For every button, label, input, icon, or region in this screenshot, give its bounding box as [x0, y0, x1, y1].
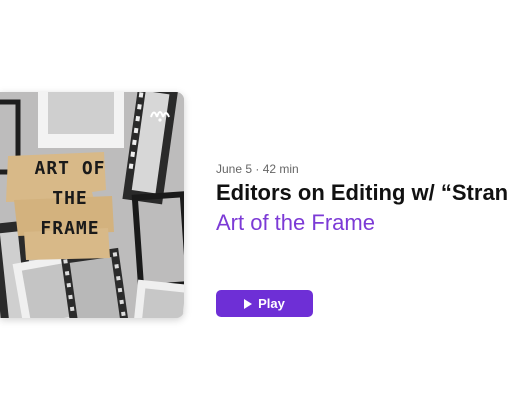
play-button-label: Play: [258, 296, 285, 311]
episode-card: ART OF THE FRAME June 5 · 42 min Editors…: [0, 0, 520, 400]
episode-meta: June 5 · 42 min: [216, 162, 299, 176]
show-name-link[interactable]: Art of the Frame: [216, 208, 375, 238]
podcast-artwork[interactable]: ART OF THE FRAME: [0, 92, 184, 318]
play-button[interactable]: Play: [216, 290, 313, 317]
play-icon: [244, 298, 253, 309]
episode-title[interactable]: Editors on Editing w/ “Stran: [216, 178, 520, 208]
anchor-podcast-icon: [150, 111, 170, 122]
artwork-illustration: [0, 92, 184, 318]
